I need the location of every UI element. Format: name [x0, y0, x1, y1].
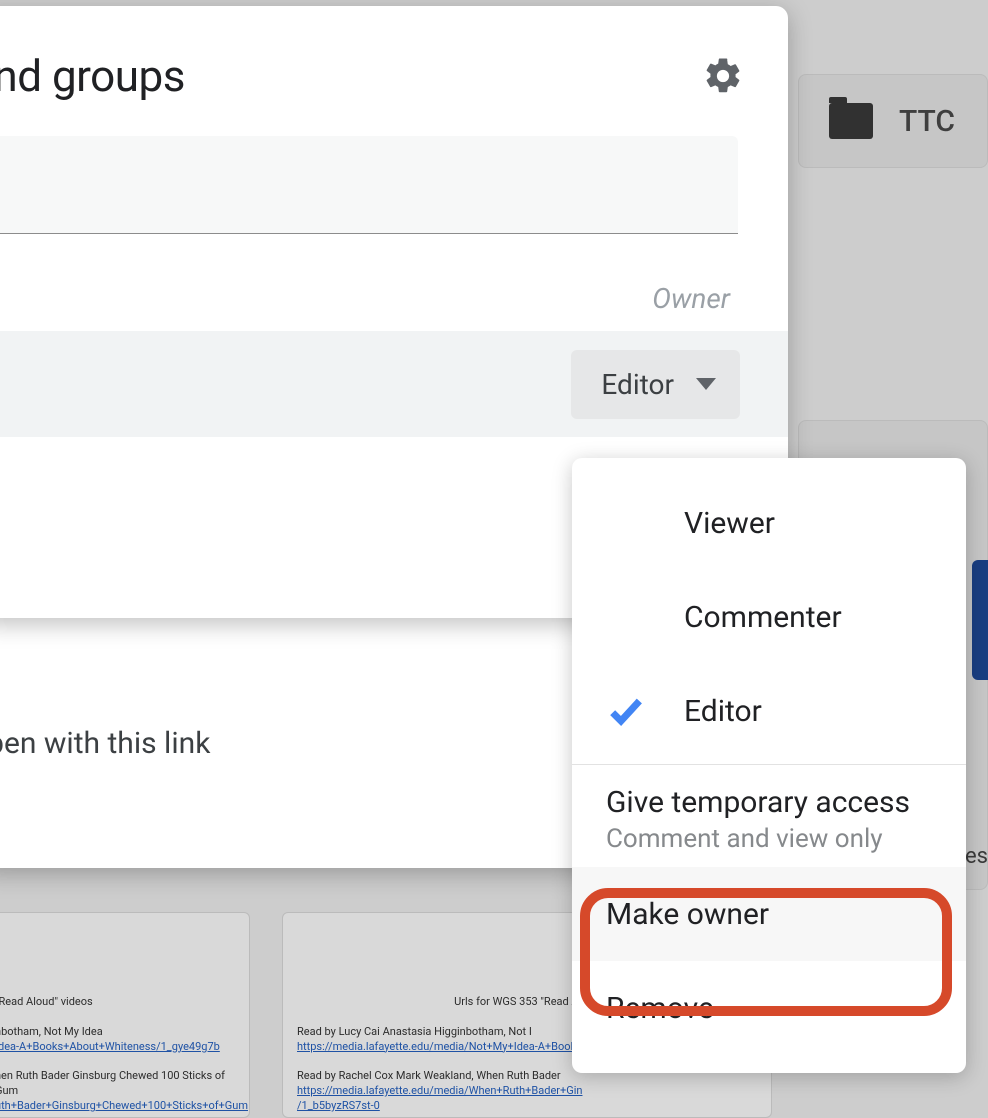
check-icon — [606, 691, 646, 731]
menu-item-label: Give temporary access — [606, 785, 910, 820]
menu-item-temporary-access[interactable]: Give temporary access Comment and view o… — [572, 771, 966, 867]
role-dropdown-trigger[interactable]: Editor — [571, 350, 740, 419]
folder-icon — [829, 103, 873, 139]
menu-item-sublabel: Comment and view only — [606, 824, 883, 854]
chevron-down-icon — [696, 378, 716, 390]
menu-divider — [572, 764, 966, 765]
folder-label: TTC — [899, 104, 955, 139]
share-modal-title: and groups — [0, 50, 185, 102]
menu-item-viewer[interactable]: Viewer — [572, 476, 966, 570]
folder-card-ttc: TTC — [798, 74, 988, 168]
doc-card-1: "Read Aloud" videos nbotham, Not My Idea… — [0, 912, 250, 1118]
side-text: es — [965, 844, 988, 869]
link-description: open with this link — [0, 726, 210, 761]
menu-item-label: Editor — [684, 694, 762, 729]
gear-icon[interactable] — [702, 55, 744, 97]
menu-item-label: Remove — [606, 991, 714, 1026]
side-panel-tab — [972, 560, 988, 680]
menu-item-label: Commenter — [684, 600, 842, 635]
role-chip-label: Editor — [601, 368, 674, 401]
menu-item-remove[interactable]: Remove — [572, 961, 966, 1055]
menu-item-make-owner[interactable]: Make owner — [572, 867, 966, 961]
people-groups-input[interactable] — [0, 136, 738, 234]
role-dropdown-menu: Viewer Commenter Editor Give temporary a… — [572, 458, 966, 1073]
menu-item-editor[interactable]: Editor — [572, 664, 966, 758]
owner-role-label: Owner — [652, 282, 730, 315]
menu-item-label: Make owner — [606, 897, 769, 932]
collaborator-row: Editor — [0, 331, 788, 437]
menu-item-commenter[interactable]: Commenter — [572, 570, 966, 664]
menu-item-label: Viewer — [684, 506, 775, 541]
